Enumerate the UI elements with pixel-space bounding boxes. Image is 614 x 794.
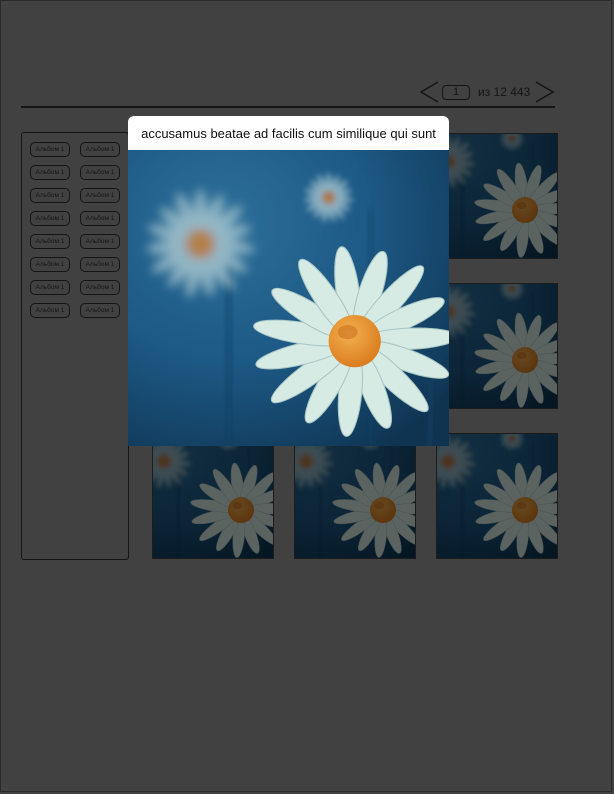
album-chip[interactable]: Альбом 1	[30, 280, 70, 295]
album-chip[interactable]: Альбом 1	[80, 234, 120, 249]
album-chip[interactable]: Альбом 1	[80, 257, 120, 272]
photo-thumbnail[interactable]	[436, 133, 558, 259]
album-chip[interactable]: Альбом 1	[80, 211, 120, 226]
album-sidebar: Альбом 1 Альбом 1 Альбом 1 Альбом 1 Альбом 1…	[21, 132, 129, 560]
album-chip[interactable]: Альбом 1	[80, 303, 120, 318]
album-chip[interactable]: Альбом 1	[80, 188, 120, 203]
thumbnail-dim-overlay	[153, 434, 273, 558]
album-chip[interactable]: Альбом 1	[80, 142, 120, 157]
photo-caption: accusamus beatae ad facilis cum similiqu…	[128, 116, 449, 150]
album-chip[interactable]: Альбом 1	[30, 234, 70, 249]
photo-thumbnail[interactable]	[436, 283, 558, 409]
page-total-label: из 12 443	[478, 85, 531, 99]
header-divider	[21, 106, 555, 108]
photo-thumbnail[interactable]	[294, 433, 416, 559]
album-chip[interactable]: Альбом 1	[30, 211, 70, 226]
pagination: 1 из 12 443	[418, 80, 556, 104]
current-page-input[interactable]: 1	[442, 84, 470, 100]
album-chip[interactable]: Альбом 1	[30, 165, 70, 180]
photo-thumbnail[interactable]	[152, 433, 274, 559]
album-chip[interactable]: Альбом 1	[30, 142, 70, 157]
thumbnail-dim-overlay	[437, 134, 557, 258]
thumbnail-dim-overlay	[437, 284, 557, 408]
thumbnail-dim-overlay	[295, 434, 415, 558]
photo-thumbnail[interactable]	[436, 433, 558, 559]
album-list: Альбом 1 Альбом 1 Альбом 1 Альбом 1 Альбом 1…	[30, 142, 120, 318]
album-chip[interactable]: Альбом 1	[30, 303, 70, 318]
photo-preview-popup: accusamus beatae ad facilis cum similiqu…	[128, 116, 449, 446]
next-page-chevron-icon[interactable]	[534, 80, 556, 104]
album-chip[interactable]: Альбом 1	[80, 165, 120, 180]
prev-page-chevron-icon[interactable]	[418, 80, 440, 104]
album-chip[interactable]: Альбом 1	[80, 280, 120, 295]
album-chip[interactable]: Альбом 1	[30, 188, 70, 203]
thumbnail-dim-overlay	[437, 434, 557, 558]
popup-daisy-photo[interactable]	[128, 150, 449, 446]
album-chip[interactable]: Альбом 1	[30, 257, 70, 272]
